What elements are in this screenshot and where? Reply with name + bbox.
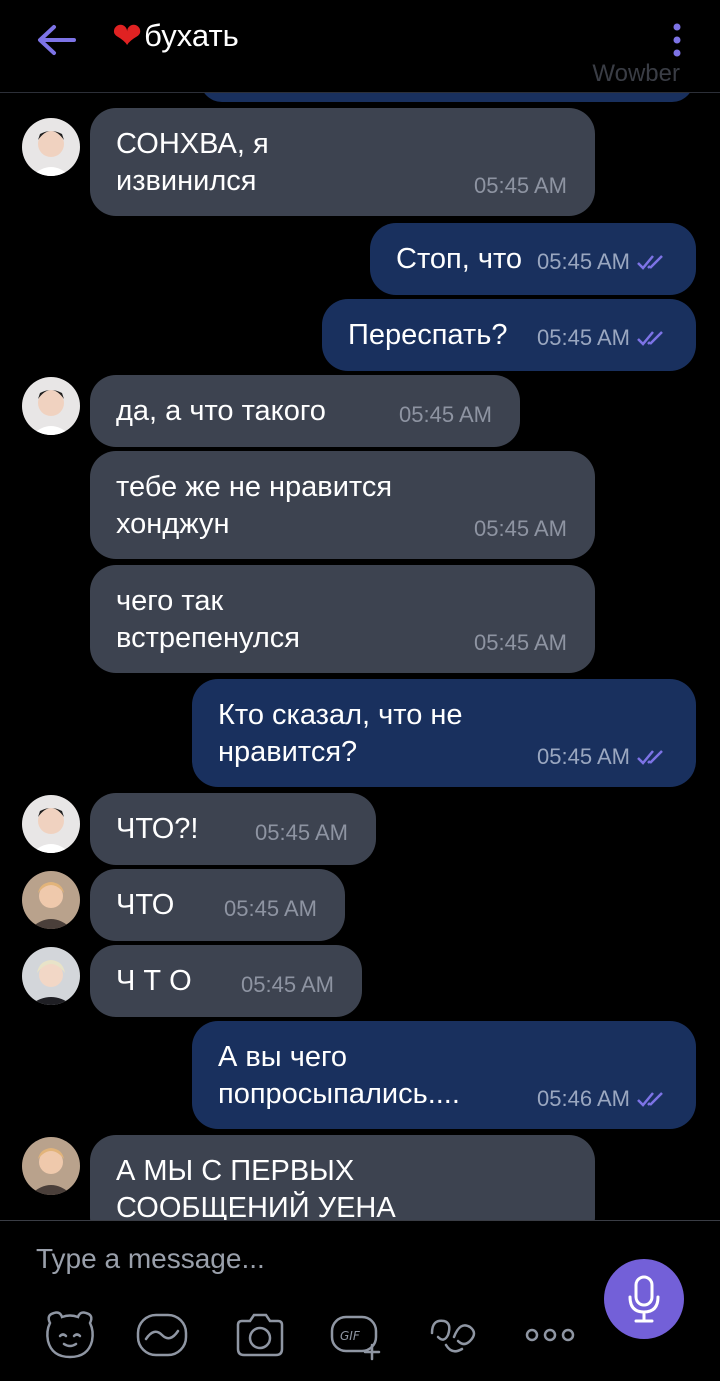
- more-options-icon[interactable]: [668, 20, 686, 60]
- camera-icon[interactable]: [232, 1309, 288, 1361]
- message-bubble[interactable]: СОНХВА, я извинился 05:45 AM: [90, 108, 595, 216]
- message-time: 05:45 AM: [241, 972, 334, 997]
- watermark: Wowber: [592, 60, 680, 87]
- message-time: 05:45 AM: [537, 243, 668, 280]
- message-bubble[interactable]: чего так встрепенулся 05:45 AM: [90, 565, 595, 673]
- composer: Type a message... GIF: [0, 1220, 720, 1381]
- message-time: 05:46 AM: [537, 1080, 668, 1117]
- chat-header: ❤ бухать Wowber: [0, 0, 720, 93]
- message-bubble[interactable]: да, а что такого 05:45 AM: [90, 375, 520, 447]
- message-time: 05:45 AM: [399, 402, 492, 427]
- avatar[interactable]: [22, 871, 80, 929]
- message-bubble[interactable]: ЧТО?! 05:45 AM: [90, 793, 376, 865]
- read-ticks-icon: [637, 330, 663, 346]
- read-ticks-icon: [637, 749, 663, 765]
- avatar[interactable]: [22, 377, 80, 435]
- message-time: 05:45 AM: [537, 738, 668, 775]
- message-text: Стоп, что: [396, 243, 523, 275]
- message-input[interactable]: Type a message...: [36, 1243, 265, 1275]
- message-text: А МЫ С ПЕРВЫХ СООБЩЕНИЙ УЕНА: [116, 1155, 396, 1220]
- message-bubble[interactable]: ЧТО 05:45 AM: [90, 869, 345, 941]
- read-ticks-icon: [637, 254, 663, 270]
- avatar[interactable]: [22, 795, 80, 853]
- microphone-icon: [628, 1275, 660, 1323]
- heart-icon: ❤: [112, 15, 143, 56]
- back-arrow-icon[interactable]: [34, 20, 78, 60]
- voice-message-button[interactable]: [604, 1259, 684, 1339]
- avatar[interactable]: [22, 947, 80, 1005]
- chat-area[interactable]: СОНХВА, я извинился 05:45 AM Стоп, что 0…: [0, 92, 720, 1220]
- message-bubble[interactable]: Кто сказал, что не нравится? 05:45 AM: [192, 679, 696, 787]
- message-bubble[interactable]: тебе же не нравится хонджун 05:45 AM: [90, 451, 595, 559]
- sticker-icon[interactable]: [42, 1309, 98, 1361]
- avatar[interactable]: [22, 1137, 80, 1195]
- message-bubble[interactable]: А МЫ С ПЕРВЫХ СООБЩЕНИЙ УЕНА: [90, 1135, 595, 1220]
- emoticon-icon[interactable]: [426, 1309, 482, 1361]
- doodle-icon[interactable]: [134, 1309, 190, 1361]
- chat-title-text: бухать: [144, 18, 239, 53]
- message-time: 05:45 AM: [537, 319, 668, 356]
- message-bubble[interactable]: Переспать? 05:45 AM: [322, 299, 696, 371]
- message-bubble[interactable]: Ч Т О 05:45 AM: [90, 945, 362, 1017]
- message-time: 05:45 AM: [255, 820, 348, 845]
- message-text: Переспать?: [348, 319, 508, 351]
- svg-text:GIF: GIF: [340, 1329, 361, 1343]
- chat-title[interactable]: ❤ бухать: [112, 18, 239, 54]
- read-ticks-icon: [637, 1091, 663, 1107]
- message-time: 05:45 AM: [474, 516, 567, 541]
- avatar[interactable]: [22, 118, 80, 176]
- message-bubble[interactable]: А вы чего попросыпались.... 05:46 AM: [192, 1021, 696, 1129]
- more-icon[interactable]: [522, 1309, 578, 1361]
- message-time: 05:45 AM: [474, 630, 567, 655]
- gif-icon[interactable]: GIF: [328, 1309, 384, 1361]
- message-time: 05:45 AM: [224, 896, 317, 921]
- message-time: 05:45 AM: [474, 173, 567, 198]
- message-bubble[interactable]: Стоп, что 05:45 AM: [370, 223, 696, 295]
